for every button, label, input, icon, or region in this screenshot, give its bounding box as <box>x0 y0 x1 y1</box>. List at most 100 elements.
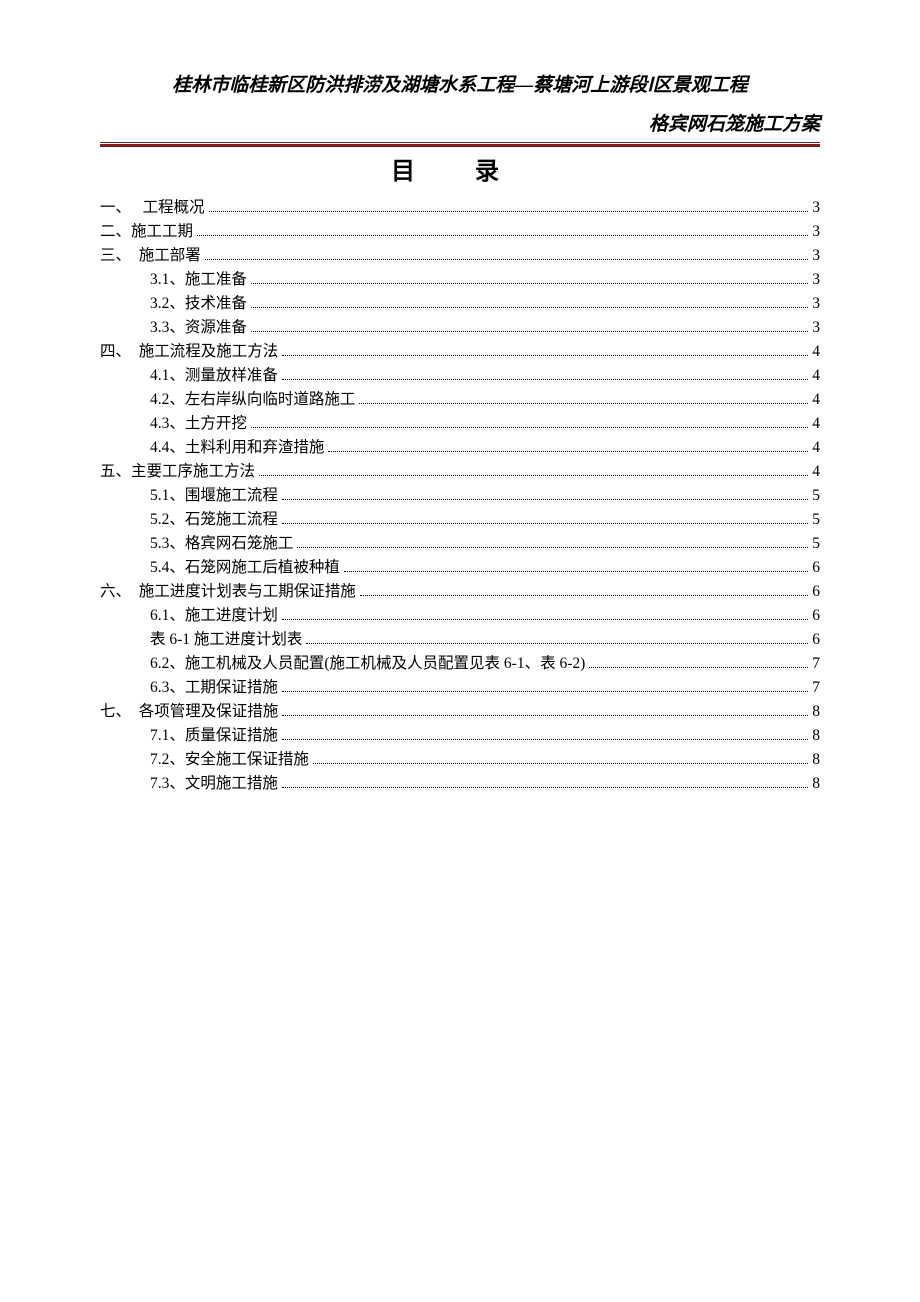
toc-entry-label: 五、主要工序施工方法 <box>100 460 255 484</box>
toc-entry-page: 6 <box>812 604 820 628</box>
toc-entry-label: 七、 各项管理及保证措施 <box>100 700 278 724</box>
toc-leader-dots <box>251 307 808 308</box>
toc-entry-label: 3.1、施工准备 <box>150 268 247 292</box>
toc-entry-page: 4 <box>812 340 820 364</box>
toc-entry-page: 3 <box>812 244 820 268</box>
toc-entry: 4.1、测量放样准备 4 <box>100 364 820 388</box>
toc-entry-page: 4 <box>812 412 820 436</box>
toc-entry: 表 6-1 施工进度计划表6 <box>100 628 820 652</box>
toc-leader-dots <box>282 355 808 356</box>
toc-entry-label: 6.2、施工机械及人员配置(施工机械及人员配置见表 6-1、表 6-2) <box>150 652 585 676</box>
toc-entry: 二、施工工期 3 <box>100 220 820 244</box>
toc-entry: 6.2、施工机械及人员配置(施工机械及人员配置见表 6-1、表 6-2) 7 <box>100 652 820 676</box>
toc-title: 目录 <box>130 151 820 186</box>
toc-entry-page: 5 <box>812 508 820 532</box>
toc-list: 一、 工程概况3二、施工工期3三、 施工部署33.1、施工准备33.2、技术准备… <box>100 196 820 796</box>
toc-entry: 一、 工程概况 3 <box>100 196 820 220</box>
toc-leader-dots <box>209 211 809 212</box>
toc-leader-dots <box>359 403 808 404</box>
toc-leader-dots <box>282 523 808 524</box>
toc-entry: 六、 施工进度计划表与工期保证措施6 <box>100 580 820 604</box>
toc-leader-dots <box>282 715 808 716</box>
toc-entry: 三、 施工部署 3 <box>100 244 820 268</box>
toc-leader-dots <box>251 331 808 332</box>
toc-leader-dots <box>282 379 808 380</box>
toc-entry-page: 3 <box>812 196 820 220</box>
toc-entry: 四、 施工流程及施工方法 4 <box>100 340 820 364</box>
toc-leader-dots <box>282 499 808 500</box>
toc-leader-dots <box>313 763 808 764</box>
toc-entry: 7.3、文明施工措施 8 <box>100 772 820 796</box>
toc-entry-page: 8 <box>812 724 820 748</box>
toc-entry: 4.2、左右岸纵向临时道路施工 4 <box>100 388 820 412</box>
toc-entry-page: 6 <box>812 580 820 604</box>
toc-entry-label: 4.1、测量放样准备 <box>150 364 278 388</box>
header-divider <box>100 142 820 147</box>
toc-entry: 7.2、安全施工保证措施 8 <box>100 748 820 772</box>
toc-entry-page: 6 <box>812 556 820 580</box>
toc-entry-page: 8 <box>812 700 820 724</box>
toc-entry: 4.3、土方开挖 4 <box>100 412 820 436</box>
toc-leader-dots <box>589 667 808 668</box>
toc-entry-page: 4 <box>812 388 820 412</box>
toc-entry: 5.2、石笼施工流程 5 <box>100 508 820 532</box>
toc-entry-label: 6.1、施工进度计划 <box>150 604 278 628</box>
toc-entry-page: 4 <box>812 364 820 388</box>
toc-entry-page: 3 <box>812 316 820 340</box>
toc-leader-dots <box>205 259 808 260</box>
toc-entry: 3.2、技术准备 3 <box>100 292 820 316</box>
toc-leader-dots <box>197 235 808 236</box>
toc-entry: 七、 各项管理及保证措施 8 <box>100 700 820 724</box>
toc-entry-label: 6.3、工期保证措施 <box>150 676 278 700</box>
toc-entry-page: 3 <box>812 220 820 244</box>
toc-leader-dots <box>251 427 808 428</box>
toc-entry: 6.3、工期保证措施 7 <box>100 676 820 700</box>
toc-entry-label: 7.1、质量保证措施 <box>150 724 278 748</box>
toc-entry: 5.4、石笼网施工后植被种植 6 <box>100 556 820 580</box>
toc-entry-page: 7 <box>812 652 820 676</box>
toc-entry-label: 4.2、左右岸纵向临时道路施工 <box>150 388 355 412</box>
toc-entry-label: 7.3、文明施工措施 <box>150 772 278 796</box>
toc-entry-label: 7.2、安全施工保证措施 <box>150 748 309 772</box>
toc-entry: 7.1、质量保证措施 8 <box>100 724 820 748</box>
toc-entry-label: 4.3、土方开挖 <box>150 412 247 436</box>
toc-entry-page: 7 <box>812 676 820 700</box>
toc-leader-dots <box>360 595 808 596</box>
toc-entry: 6.1、施工进度计划 6 <box>100 604 820 628</box>
toc-entry-label: 一、 工程概况 <box>100 196 205 220</box>
toc-entry: 4.4、土料利用和弃渣措施4 <box>100 436 820 460</box>
toc-leader-dots <box>259 475 808 476</box>
toc-entry-page: 4 <box>812 460 820 484</box>
toc-entry-page: 3 <box>812 292 820 316</box>
toc-entry-label: 3.3、资源准备 <box>150 316 247 340</box>
toc-leader-dots <box>328 451 808 452</box>
toc-leader-dots <box>297 547 808 548</box>
toc-entry-label: 3.2、技术准备 <box>150 292 247 316</box>
toc-entry-page: 3 <box>812 268 820 292</box>
toc-entry-label: 三、 施工部署 <box>100 244 201 268</box>
toc-leader-dots <box>282 619 808 620</box>
toc-entry-label: 5.4、石笼网施工后植被种植 <box>150 556 340 580</box>
toc-entry: 3.1、施工准备 3 <box>100 268 820 292</box>
toc-leader-dots <box>251 283 808 284</box>
toc-leader-dots <box>282 739 808 740</box>
toc-entry-page: 8 <box>812 772 820 796</box>
toc-entry-label: 四、 施工流程及施工方法 <box>100 340 278 364</box>
toc-entry-page: 8 <box>812 748 820 772</box>
toc-entry: 五、主要工序施工方法 4 <box>100 460 820 484</box>
toc-leader-dots <box>344 571 808 572</box>
toc-entry: 5.1、围堰施工流程5 <box>100 484 820 508</box>
toc-leader-dots <box>282 787 808 788</box>
toc-entry-page: 5 <box>812 532 820 556</box>
document-header-subtitle: 格宾网石笼施工方案 <box>100 109 820 136</box>
toc-entry-label: 二、施工工期 <box>100 220 193 244</box>
toc-entry: 3.3、资源准备 3 <box>100 316 820 340</box>
toc-entry-label: 5.2、石笼施工流程 <box>150 508 278 532</box>
toc-entry-page: 6 <box>812 628 820 652</box>
toc-entry-label: 5.3、格宾网石笼施工 <box>150 532 293 556</box>
toc-leader-dots <box>306 643 808 644</box>
toc-entry-page: 4 <box>812 436 820 460</box>
toc-entry-page: 5 <box>812 484 820 508</box>
toc-leader-dots <box>282 691 808 692</box>
document-header-title: 桂林市临桂新区防洪排涝及湖塘水系工程—蔡塘河上游段Ⅰ区景观工程 <box>100 70 820 97</box>
